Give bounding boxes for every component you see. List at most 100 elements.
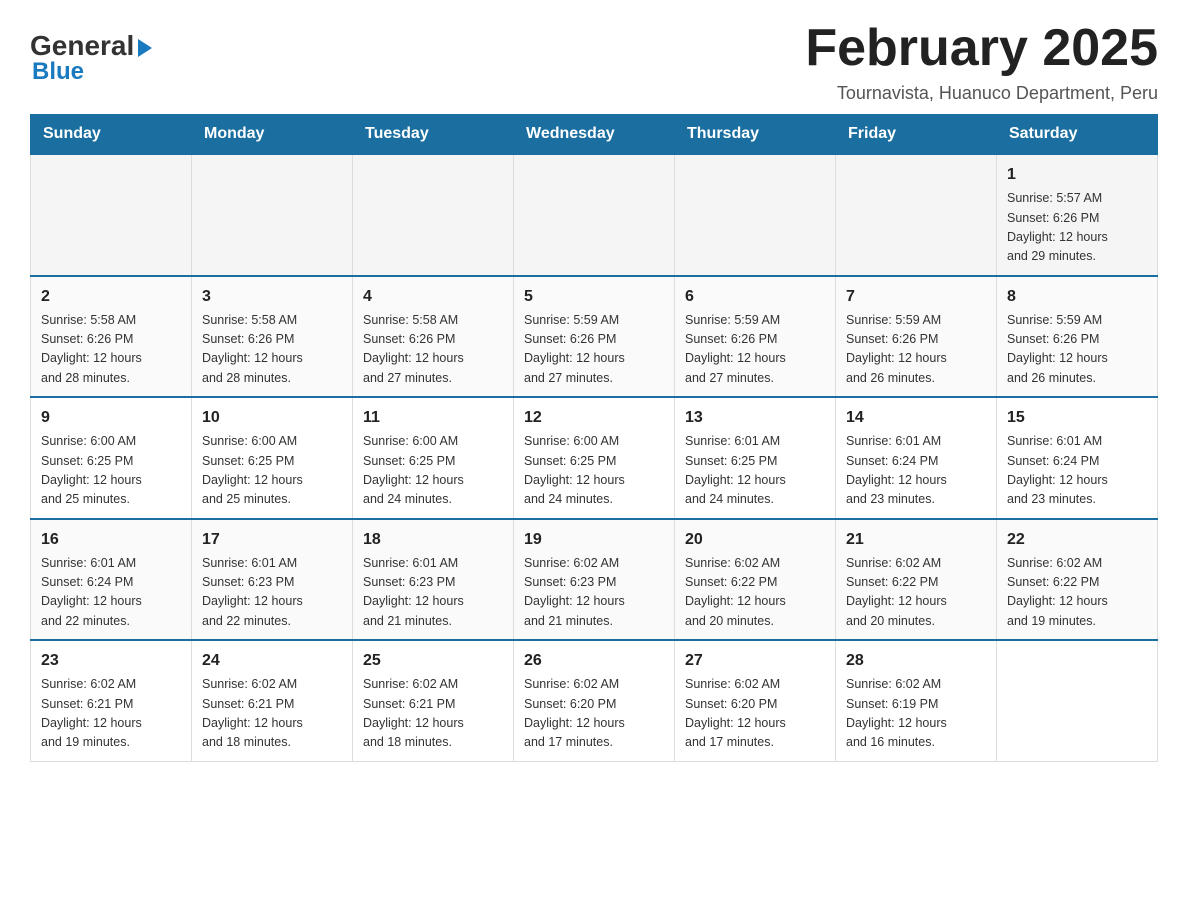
day-number: 16 [41, 528, 181, 552]
calendar-cell: 20Sunrise: 6:02 AMSunset: 6:22 PMDayligh… [675, 519, 836, 641]
calendar-cell: 28Sunrise: 6:02 AMSunset: 6:19 PMDayligh… [836, 640, 997, 761]
calendar-cell: 13Sunrise: 6:01 AMSunset: 6:25 PMDayligh… [675, 397, 836, 519]
logo-blue-text: Blue [32, 58, 84, 86]
weekday-header-friday: Friday [836, 115, 997, 155]
header: General Blue February 2025 Tournavista, … [30, 20, 1158, 104]
subtitle: Tournavista, Huanuco Department, Peru [805, 83, 1158, 104]
calendar-cell [675, 154, 836, 276]
calendar-cell: 7Sunrise: 5:59 AMSunset: 6:26 PMDaylight… [836, 276, 997, 398]
calendar-cell: 19Sunrise: 6:02 AMSunset: 6:23 PMDayligh… [514, 519, 675, 641]
day-info: Sunrise: 6:02 AMSunset: 6:21 PMDaylight:… [202, 675, 342, 753]
calendar-cell [997, 640, 1158, 761]
week-row-2: 2Sunrise: 5:58 AMSunset: 6:26 PMDaylight… [31, 276, 1158, 398]
calendar-cell: 26Sunrise: 6:02 AMSunset: 6:20 PMDayligh… [514, 640, 675, 761]
day-info: Sunrise: 6:01 AMSunset: 6:24 PMDaylight:… [1007, 432, 1147, 510]
calendar-cell: 4Sunrise: 5:58 AMSunset: 6:26 PMDaylight… [353, 276, 514, 398]
day-info: Sunrise: 6:01 AMSunset: 6:24 PMDaylight:… [846, 432, 986, 510]
calendar-cell [192, 154, 353, 276]
weekday-header-wednesday: Wednesday [514, 115, 675, 155]
calendar-cell: 5Sunrise: 5:59 AMSunset: 6:26 PMDaylight… [514, 276, 675, 398]
day-number: 15 [1007, 406, 1147, 430]
page-title: February 2025 [805, 20, 1158, 77]
day-info: Sunrise: 6:02 AMSunset: 6:21 PMDaylight:… [41, 675, 181, 753]
calendar: SundayMondayTuesdayWednesdayThursdayFrid… [30, 114, 1158, 762]
day-info: Sunrise: 6:02 AMSunset: 6:22 PMDaylight:… [685, 554, 825, 632]
calendar-cell: 9Sunrise: 6:00 AMSunset: 6:25 PMDaylight… [31, 397, 192, 519]
logo-arrow-icon [138, 39, 152, 57]
day-info: Sunrise: 5:59 AMSunset: 6:26 PMDaylight:… [685, 311, 825, 389]
day-number: 12 [524, 406, 664, 430]
calendar-cell: 11Sunrise: 6:00 AMSunset: 6:25 PMDayligh… [353, 397, 514, 519]
day-number: 1 [1007, 163, 1147, 187]
day-info: Sunrise: 5:57 AMSunset: 6:26 PMDaylight:… [1007, 189, 1147, 267]
calendar-header: SundayMondayTuesdayWednesdayThursdayFrid… [31, 115, 1158, 155]
calendar-cell: 17Sunrise: 6:01 AMSunset: 6:23 PMDayligh… [192, 519, 353, 641]
calendar-cell [836, 154, 997, 276]
week-row-5: 23Sunrise: 6:02 AMSunset: 6:21 PMDayligh… [31, 640, 1158, 761]
day-info: Sunrise: 6:00 AMSunset: 6:25 PMDaylight:… [524, 432, 664, 510]
calendar-cell: 24Sunrise: 6:02 AMSunset: 6:21 PMDayligh… [192, 640, 353, 761]
calendar-body: 1Sunrise: 5:57 AMSunset: 6:26 PMDaylight… [31, 154, 1158, 761]
day-info: Sunrise: 6:02 AMSunset: 6:20 PMDaylight:… [524, 675, 664, 753]
calendar-cell: 6Sunrise: 5:59 AMSunset: 6:26 PMDaylight… [675, 276, 836, 398]
day-info: Sunrise: 6:01 AMSunset: 6:24 PMDaylight:… [41, 554, 181, 632]
day-info: Sunrise: 6:02 AMSunset: 6:20 PMDaylight:… [685, 675, 825, 753]
day-info: Sunrise: 5:58 AMSunset: 6:26 PMDaylight:… [202, 311, 342, 389]
day-number: 6 [685, 285, 825, 309]
day-number: 18 [363, 528, 503, 552]
day-number: 5 [524, 285, 664, 309]
calendar-cell [514, 154, 675, 276]
day-number: 10 [202, 406, 342, 430]
calendar-cell: 8Sunrise: 5:59 AMSunset: 6:26 PMDaylight… [997, 276, 1158, 398]
calendar-cell: 3Sunrise: 5:58 AMSunset: 6:26 PMDaylight… [192, 276, 353, 398]
calendar-cell: 21Sunrise: 6:02 AMSunset: 6:22 PMDayligh… [836, 519, 997, 641]
day-number: 19 [524, 528, 664, 552]
calendar-cell: 10Sunrise: 6:00 AMSunset: 6:25 PMDayligh… [192, 397, 353, 519]
day-info: Sunrise: 6:00 AMSunset: 6:25 PMDaylight:… [202, 432, 342, 510]
day-number: 13 [685, 406, 825, 430]
calendar-cell: 27Sunrise: 6:02 AMSunset: 6:20 PMDayligh… [675, 640, 836, 761]
calendar-cell: 22Sunrise: 6:02 AMSunset: 6:22 PMDayligh… [997, 519, 1158, 641]
calendar-cell: 1Sunrise: 5:57 AMSunset: 6:26 PMDaylight… [997, 154, 1158, 276]
weekday-header-sunday: Sunday [31, 115, 192, 155]
day-info: Sunrise: 6:00 AMSunset: 6:25 PMDaylight:… [363, 432, 503, 510]
day-info: Sunrise: 5:59 AMSunset: 6:26 PMDaylight:… [846, 311, 986, 389]
day-info: Sunrise: 6:02 AMSunset: 6:23 PMDaylight:… [524, 554, 664, 632]
day-number: 7 [846, 285, 986, 309]
week-row-1: 1Sunrise: 5:57 AMSunset: 6:26 PMDaylight… [31, 154, 1158, 276]
calendar-cell: 23Sunrise: 6:02 AMSunset: 6:21 PMDayligh… [31, 640, 192, 761]
day-info: Sunrise: 5:58 AMSunset: 6:26 PMDaylight:… [41, 311, 181, 389]
day-number: 27 [685, 649, 825, 673]
day-number: 20 [685, 528, 825, 552]
day-number: 3 [202, 285, 342, 309]
day-number: 28 [846, 649, 986, 673]
calendar-cell: 25Sunrise: 6:02 AMSunset: 6:21 PMDayligh… [353, 640, 514, 761]
title-area: February 2025 Tournavista, Huanuco Depar… [805, 20, 1158, 104]
day-info: Sunrise: 6:01 AMSunset: 6:23 PMDaylight:… [363, 554, 503, 632]
day-info: Sunrise: 6:02 AMSunset: 6:21 PMDaylight:… [363, 675, 503, 753]
week-row-4: 16Sunrise: 6:01 AMSunset: 6:24 PMDayligh… [31, 519, 1158, 641]
day-number: 24 [202, 649, 342, 673]
day-number: 23 [41, 649, 181, 673]
calendar-cell [31, 154, 192, 276]
day-number: 9 [41, 406, 181, 430]
calendar-cell: 12Sunrise: 6:00 AMSunset: 6:25 PMDayligh… [514, 397, 675, 519]
day-info: Sunrise: 6:00 AMSunset: 6:25 PMDaylight:… [41, 432, 181, 510]
weekday-header-tuesday: Tuesday [353, 115, 514, 155]
weekday-header-monday: Monday [192, 115, 353, 155]
day-number: 14 [846, 406, 986, 430]
weekday-row: SundayMondayTuesdayWednesdayThursdayFrid… [31, 115, 1158, 155]
day-number: 22 [1007, 528, 1147, 552]
weekday-header-saturday: Saturday [997, 115, 1158, 155]
calendar-cell: 14Sunrise: 6:01 AMSunset: 6:24 PMDayligh… [836, 397, 997, 519]
calendar-cell: 15Sunrise: 6:01 AMSunset: 6:24 PMDayligh… [997, 397, 1158, 519]
day-number: 4 [363, 285, 503, 309]
day-number: 26 [524, 649, 664, 673]
day-info: Sunrise: 6:01 AMSunset: 6:25 PMDaylight:… [685, 432, 825, 510]
day-info: Sunrise: 5:59 AMSunset: 6:26 PMDaylight:… [1007, 311, 1147, 389]
logo: General Blue [30, 20, 152, 86]
calendar-cell: 2Sunrise: 5:58 AMSunset: 6:26 PMDaylight… [31, 276, 192, 398]
day-info: Sunrise: 6:02 AMSunset: 6:22 PMDaylight:… [1007, 554, 1147, 632]
day-info: Sunrise: 6:02 AMSunset: 6:19 PMDaylight:… [846, 675, 986, 753]
day-number: 25 [363, 649, 503, 673]
